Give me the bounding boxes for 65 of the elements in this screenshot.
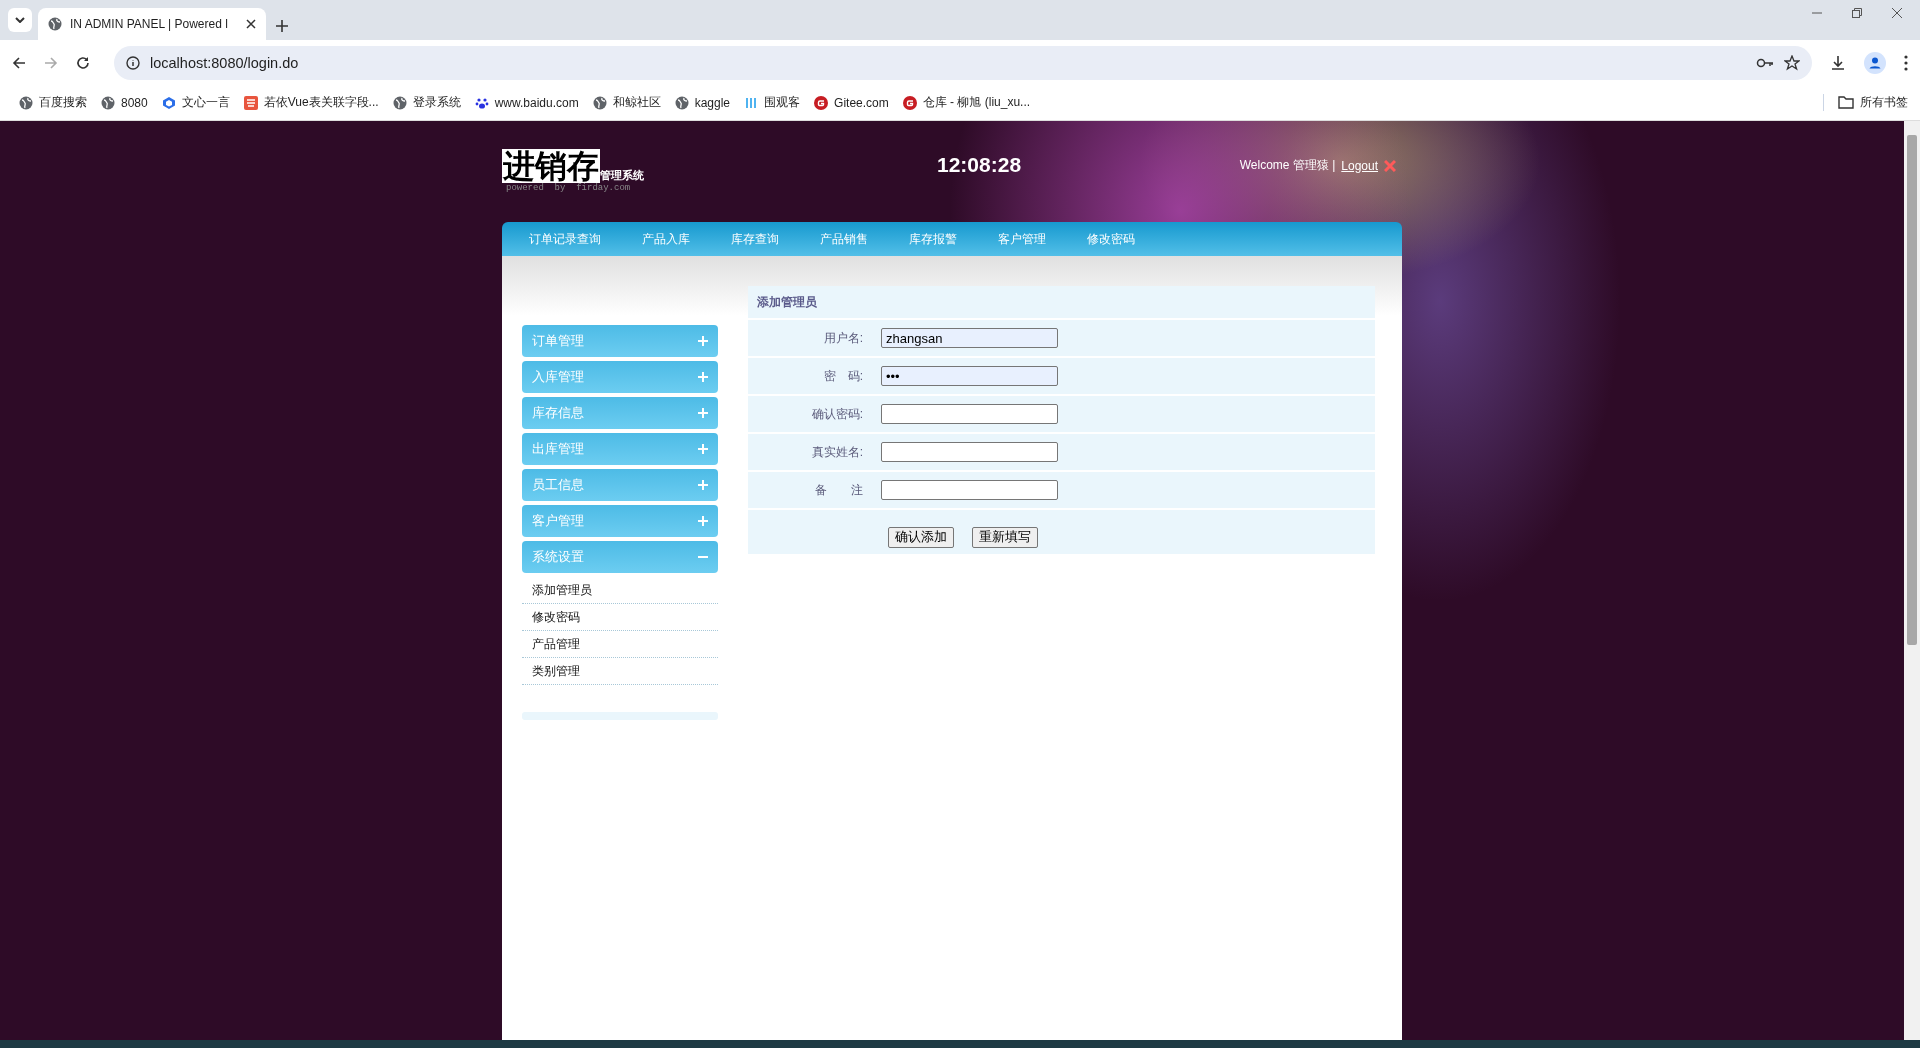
sidebar-link[interactable]: 产品管理 bbox=[522, 631, 718, 658]
star-icon[interactable] bbox=[1784, 54, 1800, 71]
sidebar-link[interactable]: 类别管理 bbox=[522, 658, 718, 685]
all-bookmarks[interactable]: 所有书签 bbox=[1823, 94, 1908, 111]
field-label: 用户名: bbox=[822, 329, 863, 347]
bookmark[interactable]: 仓库 - 柳旭 (liu_xu... bbox=[895, 94, 1038, 111]
bookmark[interactable]: 8080 bbox=[94, 95, 155, 110]
globe-icon bbox=[101, 95, 115, 110]
input-field[interactable] bbox=[881, 404, 1058, 424]
tagline: powered by firday.com bbox=[506, 183, 632, 193]
field-label: 真实姓名: bbox=[810, 443, 863, 461]
folder-icon bbox=[1838, 96, 1854, 109]
clock: 12:08:28 bbox=[937, 153, 1022, 177]
globe-icon bbox=[48, 17, 62, 31]
gitee-icon bbox=[814, 95, 829, 110]
form-button[interactable]: 重新填写 bbox=[972, 527, 1038, 548]
bookmark[interactable]: 围观客 bbox=[737, 94, 808, 111]
sidebar-link[interactable]: 修改密码 bbox=[522, 604, 718, 631]
globe-icon bbox=[674, 95, 689, 110]
form-title: 添加管理员 bbox=[757, 293, 817, 311]
input-field[interactable]: zhangsan bbox=[881, 328, 1058, 348]
info-icon bbox=[126, 55, 140, 70]
reload-icon[interactable] bbox=[76, 55, 90, 70]
input-field[interactable] bbox=[881, 442, 1058, 462]
address-bar[interactable]: localhost:8080/login.do bbox=[114, 45, 1812, 80]
bookmark[interactable]: 文心一言 bbox=[154, 94, 237, 111]
field-label: 备 注 bbox=[814, 481, 863, 499]
cube-icon bbox=[161, 95, 176, 110]
restore-icon[interactable] bbox=[1852, 8, 1862, 18]
bars-icon bbox=[744, 95, 759, 110]
logo-subtitle: 管理系统 bbox=[600, 168, 644, 183]
browser-tab[interactable]: IN ADMIN PANEL | Powered l bbox=[38, 8, 266, 40]
input-field[interactable]: ••• bbox=[881, 366, 1058, 386]
sidebar-link[interactable]: 添加管理员 bbox=[522, 577, 718, 604]
field-label: 密 码: bbox=[822, 367, 863, 385]
logo-title: 进销存 bbox=[502, 149, 600, 183]
scrollbar-thumb[interactable] bbox=[1907, 135, 1917, 645]
field-label: 确认密码: bbox=[810, 405, 863, 423]
bookmark[interactable]: www.baidu.com bbox=[467, 95, 586, 110]
form-button[interactable]: 确认添加 bbox=[888, 527, 954, 548]
square-icon bbox=[243, 95, 258, 110]
menu-icon[interactable] bbox=[1904, 54, 1908, 71]
tab-title: IN ADMIN PANEL | Powered l bbox=[70, 17, 229, 31]
download-icon[interactable] bbox=[1830, 54, 1846, 71]
profile-icon[interactable] bbox=[1864, 51, 1886, 74]
bookmark[interactable]: 和鲸社区 bbox=[585, 94, 668, 111]
close-icon[interactable] bbox=[1892, 8, 1902, 18]
bookmark[interactable]: kaggle bbox=[667, 95, 738, 110]
bookmark[interactable]: Gitee.com bbox=[807, 95, 896, 110]
chevron-down-icon bbox=[15, 17, 25, 23]
logout-link[interactable]: Logout bbox=[1341, 158, 1378, 173]
tab-search-button[interactable] bbox=[8, 8, 32, 32]
new-tab-icon[interactable] bbox=[276, 20, 288, 32]
welcome-text: Welcome 管理猿 | bbox=[1239, 157, 1336, 174]
globe-icon bbox=[19, 95, 33, 110]
back-icon[interactable] bbox=[12, 55, 26, 70]
bookmark[interactable]: 百度搜索 bbox=[12, 94, 94, 111]
gitee-icon bbox=[902, 95, 917, 110]
globe-icon bbox=[592, 95, 607, 110]
bookmark[interactable]: 登录系统 bbox=[385, 94, 468, 111]
bookmark[interactable]: 若依Vue表关联字段... bbox=[236, 94, 386, 111]
input-field[interactable] bbox=[881, 480, 1058, 500]
close-icon[interactable] bbox=[246, 19, 256, 29]
globe-icon bbox=[392, 95, 407, 110]
key-icon[interactable] bbox=[1756, 57, 1774, 68]
